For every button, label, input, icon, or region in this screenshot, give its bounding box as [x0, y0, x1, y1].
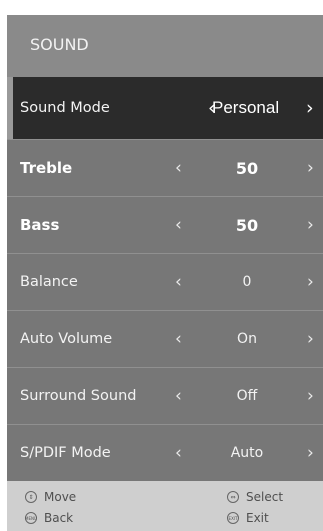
chevron-left-icon[interactable]: ‹ [175, 197, 182, 253]
menu-button-icon: MENU [25, 512, 37, 524]
menu-item-value: Personal [212, 98, 280, 117]
hint-move-label: Move [44, 490, 77, 504]
chevron-right-icon[interactable]: › [307, 140, 314, 196]
hint-select: ⇔ Select [227, 490, 283, 504]
chevron-right-icon[interactable]: › [307, 197, 314, 253]
sound-menu: SOUND Sound Mode ‹ Personal › Treble ‹ 5… [7, 15, 323, 531]
menu-item-balance[interactable]: Balance ‹ 0 › [7, 253, 323, 310]
chevron-right-icon[interactable]: › [307, 254, 314, 310]
hint-move: ⇕ Move [25, 490, 76, 504]
chevron-left-icon[interactable]: ‹ [175, 140, 182, 196]
chevron-right-icon[interactable]: › [307, 425, 314, 481]
chevron-right-icon[interactable]: › [307, 368, 314, 424]
menu-item-label: Sound Mode [20, 100, 110, 116]
menu-item-label: S/PDIF Mode [20, 445, 111, 461]
menu-item-label: Balance [20, 274, 78, 290]
exit-button-icon: EXIT [227, 512, 239, 524]
help-footer: ⇕ Move ⇔ Select MENU Back EXIT Exit [7, 481, 323, 531]
menu-item-value: On [237, 331, 257, 347]
menu-item-sound-mode[interactable]: Sound Mode ‹ Personal › [7, 77, 323, 139]
chevron-left-icon[interactable]: ‹ [175, 425, 182, 481]
menu-title: SOUND [30, 35, 89, 54]
hint-back: MENU Back [25, 511, 73, 525]
hint-select-label: Select [246, 490, 284, 504]
updown-icon: ⇕ [25, 491, 37, 503]
leftright-icon: ⇔ [227, 491, 239, 503]
menu-item-value: 0 [242, 274, 252, 290]
hint-exit: EXIT Exit [227, 511, 269, 525]
menu-item-spdif-mode[interactable]: S/PDIF Mode ‹ Auto › [7, 424, 323, 481]
chevron-right-icon[interactable]: › [307, 311, 314, 367]
chevron-left-icon[interactable]: ‹ [175, 254, 182, 310]
menu-item-label: Surround Sound [20, 388, 137, 404]
menu-item-value: Off [236, 388, 258, 404]
menu-item-auto-volume[interactable]: Auto Volume ‹ On › [7, 310, 323, 367]
menu-item-value: 50 [235, 158, 259, 178]
menu-item-label: Auto Volume [20, 331, 113, 347]
hint-back-label: Back [44, 511, 74, 525]
chevron-left-icon[interactable]: ‹ [175, 368, 182, 424]
menu-item-label: Bass [20, 216, 60, 234]
menu-item-value: 50 [235, 215, 259, 235]
menu-item-bass[interactable]: Bass ‹ 50 › [7, 196, 323, 253]
chevron-left-icon[interactable]: ‹ [175, 311, 182, 367]
menu-item-treble[interactable]: Treble ‹ 50 › [7, 139, 323, 196]
hint-exit-label: Exit [246, 511, 269, 525]
menu-item-value: Auto [230, 445, 264, 461]
menu-title-bar: SOUND [7, 15, 323, 77]
chevron-right-icon[interactable]: › [306, 77, 314, 139]
menu-item-surround-sound[interactable]: Surround Sound ‹ Off › [7, 367, 323, 424]
menu-item-label: Treble [20, 159, 73, 177]
